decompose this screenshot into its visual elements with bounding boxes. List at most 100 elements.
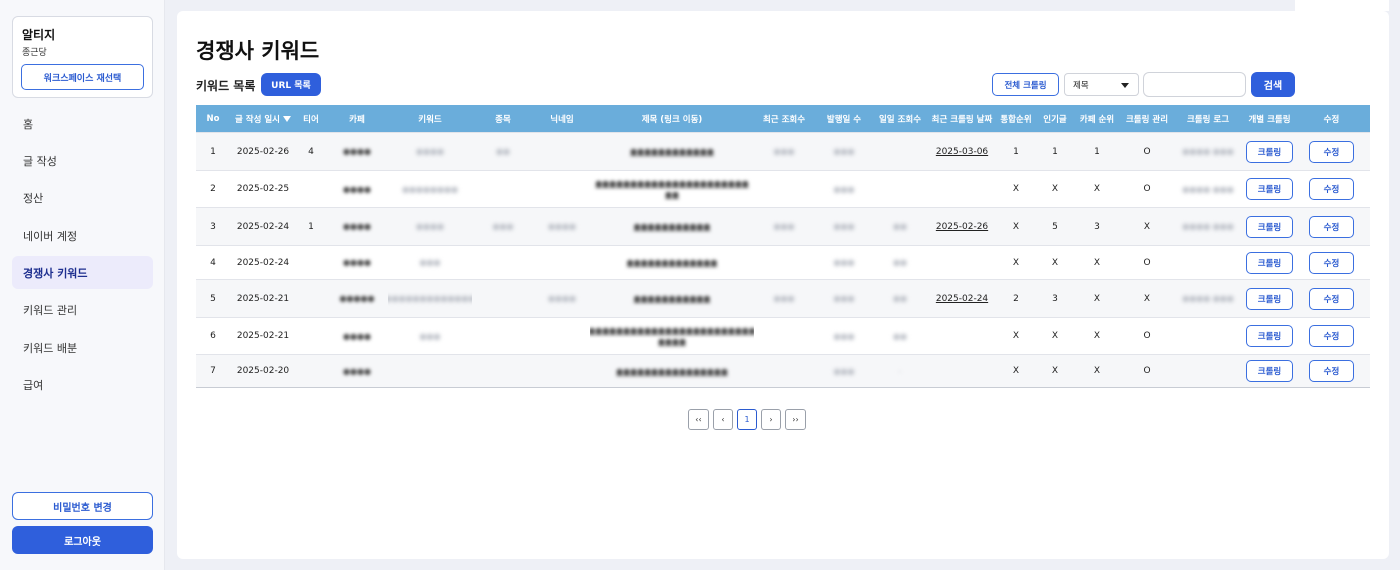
cell-log: ●●●● ●●● (1176, 133, 1240, 170)
cell-rank: 1 (998, 133, 1034, 170)
cell-item-value: ●● (496, 147, 510, 156)
nav-item-keyword-management[interactable]: 키워드 관리 (12, 293, 153, 326)
cell-manage-value: X (1143, 293, 1151, 304)
pagination-last-button[interactable]: ›› (785, 409, 806, 430)
change-password-button[interactable]: 비밀번호 변경 (12, 492, 153, 520)
pagination-prev-button[interactable]: ‹ (713, 409, 733, 430)
cell-title[interactable]: ●●●●●●●●●●●●●●●●●●●●●● ●● (590, 171, 754, 207)
cell-title[interactable]: ●●●●●●●●●●●●●●●●●●●●●●●● ●●●● (590, 318, 754, 354)
cell-title[interactable]: ●●●●●●●●●●●● (590, 133, 754, 170)
sort-desc-icon[interactable] (283, 115, 292, 122)
table-body: 1 2025-02-26 4 ●●●● ●●●● ●● ●●●●●●●●●●●● ●●● ●●●… (196, 132, 1370, 387)
cell-nick (534, 318, 590, 354)
cell-date-value: 2025-02-25 (236, 184, 290, 194)
cell-crawl-date[interactable]: 2025-03-06 (926, 133, 998, 170)
cell-days: ●●● (814, 171, 874, 207)
cell-edit: 수정 (1299, 280, 1364, 317)
edit-button[interactable]: 수정 (1309, 140, 1354, 163)
column-header: 최근 조회수 (754, 105, 814, 132)
cell-popular: 1 (1034, 133, 1076, 170)
cell-title-value: ●●●●●●●●●●● (633, 294, 711, 303)
sidebar: 알티지 종근당 워크스페이스 재선택 홈 글 작성 정산 네이버 계정 경쟁사 … (0, 0, 165, 570)
cell-crawl-date[interactable]: 2025-02-26 (926, 208, 998, 245)
cell-title[interactable]: ●●●●●●●●●●●●●●●● (590, 355, 754, 387)
cell-date: 2025-02-24 (230, 208, 296, 245)
cell-edit: 수정 (1299, 246, 1364, 279)
crawl-button[interactable]: 크롤링 (1246, 178, 1293, 200)
column-header: 수정 (1299, 105, 1364, 132)
cell-log: ●●●● ●●● (1176, 208, 1240, 245)
cell-crawl-date[interactable] (926, 318, 998, 354)
cell-daily-value: ●● (893, 294, 907, 303)
edit-button[interactable]: 수정 (1309, 251, 1354, 274)
cell-log-value: ●●●● ●●● (1182, 184, 1234, 194)
page-title: 경쟁사 키워드 (196, 39, 320, 63)
cell-date: 2025-02-26 (230, 133, 296, 170)
cell-date-value: 2025-02-21 (236, 293, 290, 304)
cell-keyword-value: ●●●●●●●● (402, 184, 458, 194)
cell-popular: X (1034, 246, 1076, 279)
nav-item-home[interactable]: 홈 (12, 107, 153, 140)
cell-popular: 3 (1034, 280, 1076, 317)
cell-date: 2025-02-21 (230, 318, 296, 354)
cell-manage-value: O (1143, 184, 1151, 194)
search-button[interactable]: 검색 (1251, 72, 1295, 97)
cell-nick (534, 355, 590, 387)
cell-cafe-value: ●●●● (343, 331, 371, 341)
nav-item-competitor-keywords[interactable]: 경쟁사 키워드 (12, 256, 153, 289)
cell-crawl-date[interactable] (926, 355, 998, 387)
cell-crawl-date[interactable] (926, 171, 998, 207)
crawl-button[interactable]: 크롤링 (1246, 251, 1293, 274)
cell-crawl-date[interactable]: 2025-02-24 (926, 280, 998, 317)
cell-cafe-rank: X (1076, 280, 1118, 317)
crawl-button[interactable]: 크롤링 (1246, 325, 1293, 347)
cell-rank: X (998, 246, 1034, 279)
crawl-button[interactable]: 크롤링 (1246, 360, 1293, 382)
cell-individual-crawl: 크롤링 (1240, 280, 1299, 317)
crawl-all-button[interactable]: 전체 크롤링 (992, 73, 1059, 96)
search-field-select[interactable]: 제목 (1064, 73, 1139, 96)
cell-title[interactable]: ●●●●●●●●●●● (590, 280, 754, 317)
cell-rank-value: X (1012, 184, 1020, 194)
workspace-reselect-button[interactable]: 워크스페이스 재선택 (21, 64, 144, 90)
edit-button[interactable]: 수정 (1309, 287, 1354, 310)
competitor-keyword-table: No 글 작성 일시 티어 카페 키워드 종목 닉네임 제목 (링크 이동) 최근 조회수 발행일… (196, 105, 1370, 388)
cell-cafe: ●●●● (326, 171, 388, 207)
column-header[interactable]: 글 작성 일시 (230, 105, 296, 132)
nav-item-write[interactable]: 글 작성 (12, 144, 153, 177)
cell-log-value: ●●●● ●●● (1182, 147, 1234, 156)
nav-item-settlement[interactable]: 정산 (12, 181, 153, 214)
edit-button[interactable]: 수정 (1309, 178, 1354, 200)
edit-button[interactable]: 수정 (1309, 325, 1354, 347)
crawl-button[interactable]: 크롤링 (1246, 287, 1293, 310)
cell-cafe-rank: X (1076, 171, 1118, 207)
edit-button[interactable]: 수정 (1309, 360, 1354, 382)
cell-views (754, 171, 814, 207)
column-header: 최근 크롤링 날짜 (926, 105, 998, 132)
pagination-next-button[interactable]: › (761, 409, 781, 430)
search-input[interactable] (1143, 72, 1246, 97)
cell-edit: 수정 (1299, 355, 1364, 387)
pagination-page-button[interactable]: 1 (737, 409, 757, 430)
cell-title[interactable]: ●●●●●●●●●●●●● (590, 246, 754, 279)
cell-keyword-value: ●●● (419, 331, 441, 341)
cell-no-value: 3 (210, 221, 216, 232)
cell-title-value: ●●●●●●●●●●● (633, 222, 711, 231)
cell-no: 5 (196, 280, 230, 317)
cell-item (472, 171, 534, 207)
edit-button[interactable]: 수정 (1309, 215, 1354, 238)
crawl-button[interactable]: 크롤링 (1246, 140, 1293, 163)
cell-keyword: ●●● (388, 318, 472, 354)
logout-button[interactable]: 로그아웃 (12, 526, 153, 554)
crawl-button[interactable]: 크롤링 (1246, 215, 1293, 238)
pagination-first-button[interactable]: ‹‹ (688, 409, 709, 430)
nav-item-keyword-distribution[interactable]: 키워드 배분 (12, 331, 153, 364)
cell-title[interactable]: ●●●●●●●●●●● (590, 208, 754, 245)
cell-nick (534, 171, 590, 207)
nav-item-salary[interactable]: 급여 (12, 368, 153, 401)
cell-tier-value: 4 (308, 146, 314, 157)
cell-date-value: 2025-02-20 (236, 366, 290, 376)
url-list-button[interactable]: URL 목록 (261, 73, 321, 96)
cell-crawl-date[interactable] (926, 246, 998, 279)
nav-item-naver-account[interactable]: 네이버 계정 (12, 219, 153, 252)
